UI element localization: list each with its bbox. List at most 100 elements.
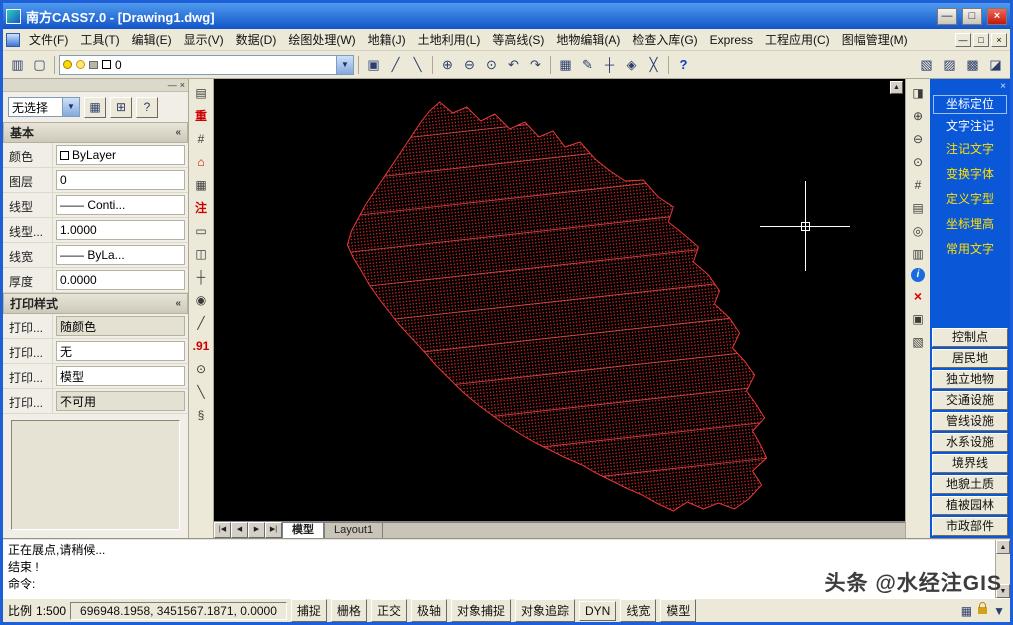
help-icon[interactable]: ? <box>673 54 694 75</box>
annotate-tool[interactable]: 注 <box>191 199 211 217</box>
parcel-tool-icon[interactable]: ▦ <box>191 176 211 194</box>
prop-value-linetype-scale[interactable]: 1.0000 <box>56 220 185 240</box>
zoom-extents-icon[interactable]: ⊙ <box>481 54 502 75</box>
redraw-tool[interactable]: 重 <box>191 107 211 125</box>
layers-tool-icon[interactable]: ▥ <box>908 245 928 263</box>
section-basic-header[interactable]: 基本 « <box>3 122 188 143</box>
house-tool-icon[interactable]: ⌂ <box>191 153 211 171</box>
tab-layout1[interactable]: Layout1 <box>324 522 383 538</box>
publish-icon[interactable]: ◪ <box>985 54 1006 75</box>
menu-file[interactable]: 文件(F) <box>23 29 74 50</box>
select-objects-button[interactable]: ⊞ <box>110 97 132 118</box>
rectangle-tool-icon[interactable]: ▭ <box>191 222 211 240</box>
menu-independent-feature[interactable]: 独立地物 <box>932 370 1008 389</box>
menu-coord-elevation[interactable]: 坐标埋高 <box>932 212 1008 237</box>
properties-close-icon[interactable]: × <box>180 80 185 90</box>
table-icon[interactable]: ▦ <box>555 54 576 75</box>
snap-toggle[interactable]: 捕捉 <box>291 599 327 622</box>
menu-change-font[interactable]: 变换字体 <box>932 162 1008 187</box>
prop-value-color[interactable]: ByLayer <box>56 145 185 165</box>
restore-button[interactable]: □ <box>962 8 982 25</box>
menu-vegetation[interactable]: 植被园林 <box>932 496 1008 515</box>
tab-first-button[interactable]: |◀ <box>214 522 231 538</box>
circle-tool-icon[interactable]: ◉ <box>191 291 211 309</box>
menu-boundary[interactable]: 境界线 <box>932 454 1008 473</box>
status-menu-chevron-icon[interactable]: ▼ <box>993 604 1005 618</box>
menu-control-point[interactable]: 控制点 <box>932 328 1008 347</box>
keyboard-entry-icon[interactable]: ▣ <box>363 54 384 75</box>
markup-icon[interactable]: ▩ <box>962 54 983 75</box>
zoom-in-tool-icon[interactable]: ⊕ <box>908 107 928 125</box>
menu-transport[interactable]: 交通设施 <box>932 391 1008 410</box>
tab-next-button[interactable]: ▶ <box>248 522 265 538</box>
target-tool-icon[interactable]: ◎ <box>908 222 928 240</box>
slope-tool-icon[interactable]: ╲ <box>191 383 211 401</box>
menu-cadastre[interactable]: 地籍(J) <box>362 29 412 50</box>
collapse-chevron-icon[interactable]: « <box>175 298 181 309</box>
sheet-set-icon[interactable]: ▨ <box>939 54 960 75</box>
minimize-button[interactable]: — <box>937 8 957 25</box>
close-button[interactable]: × <box>987 8 1007 25</box>
tab-prev-button[interactable]: ◀ <box>231 522 248 538</box>
save-view-icon[interactable]: ▣ <box>908 310 928 328</box>
collapse-chevron-icon[interactable]: « <box>175 127 181 138</box>
grid-display-icon[interactable]: # <box>908 176 928 194</box>
pencil-icon[interactable]: ✎ <box>577 54 598 75</box>
annotation-icon[interactable]: ▦ <box>961 604 972 618</box>
menu-annotate-text[interactable]: 注记文字 <box>932 137 1008 162</box>
zoom-window-tool-icon[interactable]: ⊙ <box>908 153 928 171</box>
prop-value-plot-space[interactable]: 模型 <box>56 366 185 386</box>
column-tool-icon[interactable]: ◫ <box>191 245 211 263</box>
toggle-pickadd-button[interactable]: ▦ <box>84 97 106 118</box>
pan-tool-icon[interactable]: ◨ <box>908 84 928 102</box>
survey-point-icon[interactable]: ▤ <box>191 84 211 102</box>
layer-dropdown-arrow[interactable]: ▼ <box>336 56 353 74</box>
menu-common-text[interactable]: 常用文字 <box>932 237 1008 262</box>
viewport-icon[interactable]: ▧ <box>916 54 937 75</box>
section-plotstyle-header[interactable]: 打印样式 « <box>3 293 188 314</box>
model-toggle[interactable]: 模型 <box>660 599 696 622</box>
quick-select-button[interactable]: ? <box>136 97 158 118</box>
curve-tool-icon[interactable]: § <box>191 406 211 424</box>
hatch-tool-icon[interactable]: ▧ <box>908 333 928 351</box>
menu-text-annotation[interactable]: 文字注记 <box>932 116 1008 137</box>
osnap-toggle[interactable]: 对象捕捉 <box>451 599 511 622</box>
scale-value[interactable]: 1:500 <box>36 604 66 618</box>
menu-residential[interactable]: 居民地 <box>932 349 1008 368</box>
prop-value-linetype[interactable]: —— Conti... <box>56 195 185 215</box>
info-icon[interactable]: i <box>911 268 925 282</box>
zoom-out-icon[interactable]: ⊖ <box>459 54 480 75</box>
selection-dropdown-arrow[interactable]: ▼ <box>62 98 79 116</box>
properties-minimize-icon[interactable]: — <box>168 80 177 90</box>
line-tool-icon[interactable]: ╱ <box>191 314 211 332</box>
grid-tool-icon[interactable]: # <box>191 130 211 148</box>
coordinate-readout[interactable]: 696948.1958, 3451567.1871, 0.0000 <box>70 602 287 620</box>
layer-manager-icon[interactable]: ▥ <box>7 54 28 75</box>
scroll-up-icon[interactable]: ▲ <box>996 540 1010 554</box>
mdi-restore-button[interactable]: □ <box>973 33 989 47</box>
menu-water-system[interactable]: 水系设施 <box>932 433 1008 452</box>
lock-icon[interactable] <box>978 607 987 614</box>
mdi-close-button[interactable]: × <box>991 33 1007 47</box>
lineweight-toggle[interactable]: 线宽 <box>620 599 656 622</box>
menu-data[interactable]: 数据(D) <box>230 29 283 50</box>
elevation-label-tool[interactable]: .91 <box>191 337 211 355</box>
menu-contour[interactable]: 等高线(S) <box>486 29 550 50</box>
menu-view[interactable]: 显示(V) <box>178 29 230 50</box>
menu-draw-process[interactable]: 绘图处理(W) <box>282 29 361 50</box>
save-icon[interactable]: ╱ <box>385 54 406 75</box>
grid-toggle[interactable]: 栅格 <box>331 599 367 622</box>
prop-value-layer[interactable]: 0 <box>56 170 185 190</box>
scrollbar-up-arrow[interactable]: ▲ <box>890 81 903 94</box>
zoom-in-icon[interactable]: ⊕ <box>437 54 458 75</box>
prop-value-thickness[interactable]: 0.0000 <box>56 270 185 290</box>
layer-states-icon[interactable]: ▢ <box>29 54 50 75</box>
tab-model[interactable]: 模型 <box>282 522 324 538</box>
tab-last-button[interactable]: ▶| <box>265 522 282 538</box>
undo-icon[interactable]: ↶ <box>503 54 524 75</box>
cross-tool-icon[interactable]: ┼ <box>191 268 211 286</box>
menu-pipeline[interactable]: 管线设施 <box>932 412 1008 431</box>
otrack-toggle[interactable]: 对象追踪 <box>515 599 575 622</box>
menu-landuse[interactable]: 土地利用(L) <box>412 29 487 50</box>
menu-sheet-manage[interactable]: 图幅管理(M) <box>836 29 914 50</box>
